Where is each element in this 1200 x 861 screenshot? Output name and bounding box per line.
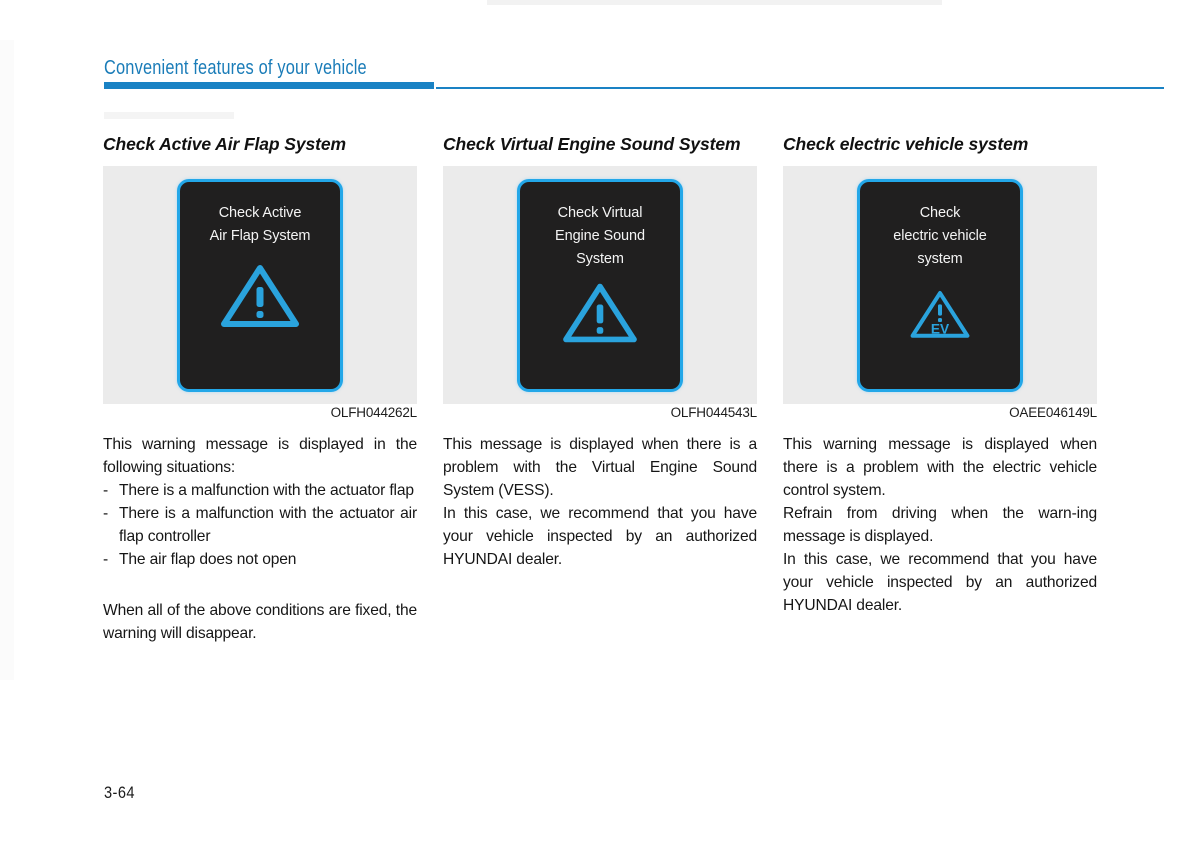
paragraph-closing: When all of the above conditions are fix…	[103, 602, 417, 642]
section-heading: Check Virtual Engine Sound System	[443, 134, 741, 154]
paragraph-1: This warning message is displayed when t…	[783, 436, 1097, 499]
figure-frame: Check Virtual Engine Sound System	[443, 166, 757, 404]
cluster-display-screen: Check Active Air Flap System	[177, 178, 343, 392]
scan-artifact-left-edge	[0, 40, 14, 680]
header-rule	[104, 82, 1164, 90]
figure-caption: OLFH044543L	[670, 405, 758, 420]
paragraph-2: In this case, we recommend that you have…	[443, 505, 757, 568]
bullet-list: There is a malfunction with the actuator…	[103, 479, 417, 571]
warning-triangle-exclamation-icon	[218, 260, 302, 337]
scan-artifact-ghost-line	[104, 112, 234, 119]
page-title: Convenient features of your vehicle	[104, 57, 367, 79]
page-header: Convenient features of your vehicle	[104, 56, 1164, 89]
cluster-display-screen: Check electric vehicle system EV	[857, 178, 1023, 392]
section-heading: Check Active Air Flap System	[103, 134, 346, 154]
figure-electric-vehicle-system: Check electric vehicle system EV OAEE046…	[783, 166, 1097, 420]
figure-frame: Check Active Air Flap System	[103, 166, 417, 404]
column-virtual-engine-sound: Check Virtual Engine Sound System Check …	[443, 133, 757, 571]
list-item: There is a malfunction with the actuator…	[103, 502, 417, 548]
header-rule-thick	[104, 82, 434, 89]
section-heading: Check electric vehicle system	[783, 134, 1029, 154]
cluster-display-screen: Check Virtual Engine Sound System	[517, 178, 683, 392]
figure-frame: Check electric vehicle system EV	[783, 166, 1097, 404]
figure-caption: OLFH044262L	[330, 405, 418, 420]
ev-icon-label: EV	[931, 321, 950, 336]
screen-message: Check Virtual Engine Sound System	[555, 204, 645, 267]
screen-message: Check Active Air Flap System	[209, 204, 311, 244]
figure-caption: OAEE046149L	[1009, 405, 1097, 420]
list-item: There is a malfunction with the actuator…	[103, 479, 417, 502]
figure-active-air-flap: Check Active Air Flap System OLFH044262L	[103, 166, 417, 420]
header-rule-thin	[436, 87, 1164, 89]
page-number: 3-64	[104, 783, 135, 802]
screen-message: Check electric vehicle system	[893, 204, 987, 267]
paragraph-intro: This warning message is displayed in the…	[103, 436, 417, 476]
figure-virtual-engine-sound: Check Virtual Engine Sound System OLFH04…	[443, 166, 757, 420]
paragraph-2: Refrain from driving when the warn-ing m…	[783, 505, 1097, 545]
column-electric-vehicle-system: Check electric vehicle system Check elec…	[783, 133, 1097, 617]
scan-artifact-top-edge	[487, 0, 942, 5]
paragraph-1: This message is displayed when there is …	[443, 436, 757, 499]
paragraph-3: In this case, we recommend that you have…	[783, 551, 1097, 614]
column-active-air-flap: Check Active Air Flap System Check Activ…	[103, 133, 417, 645]
warning-triangle-ev-icon: EV	[906, 285, 974, 348]
warning-triangle-exclamation-icon	[560, 279, 640, 352]
list-item: The air flap does not open	[103, 548, 417, 571]
